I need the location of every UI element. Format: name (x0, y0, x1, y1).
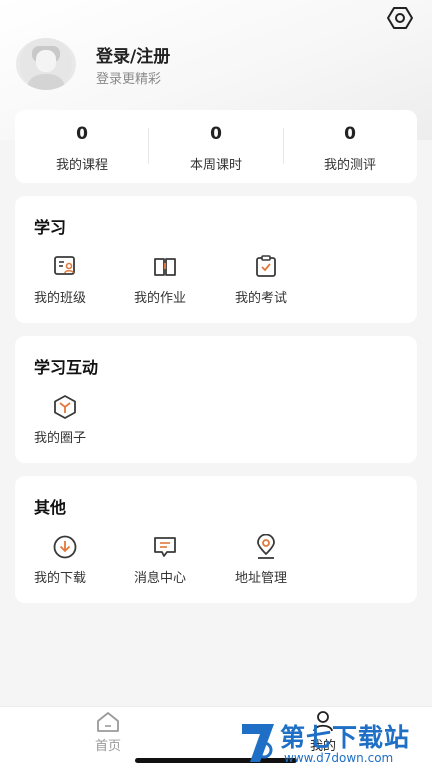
message-center-item[interactable]: 消息中心 (134, 534, 214, 594)
book-icon (154, 258, 176, 276)
section-title: 学习 (34, 218, 67, 237)
study-section: 学习 我的班级 我的作业 我的考试 (15, 196, 417, 323)
stat-label: 我的课程 (55, 158, 108, 173)
item-label: 我的作业 (134, 291, 187, 306)
my-downloads-item[interactable]: 我的下载 (34, 534, 114, 594)
item-label: 我的考试 (235, 291, 288, 306)
stat-label: 本周课时 (189, 158, 242, 173)
class-icon (54, 256, 75, 275)
avatar[interactable] (16, 38, 76, 90)
item-label: 我的圈子 (34, 431, 87, 446)
section-title: 学习互动 (34, 358, 99, 377)
watermark-url: www.d7down.com (284, 751, 394, 765)
download-icon (53, 535, 77, 559)
my-exam-item[interactable]: 我的考试 (235, 254, 315, 314)
item-label: 地址管理 (235, 571, 288, 586)
item-label: 我的班级 (34, 291, 87, 306)
stat-my-courses[interactable]: 0 我的课程 (15, 110, 149, 183)
login-subtitle: 登录更精彩 (96, 72, 162, 87)
stat-value: 0 (76, 124, 88, 144)
profile-header[interactable]: 登录/注册 登录更精彩 (16, 38, 396, 90)
interaction-section: 学习互动 我的圈子 (15, 336, 417, 463)
address-management-item[interactable]: 地址管理 (235, 534, 315, 594)
my-homework-item[interactable]: 我的作业 (134, 254, 214, 314)
stat-label: 我的测评 (323, 158, 376, 173)
login-register-link[interactable]: 登录/注册 (96, 42, 170, 67)
stat-weekly-hours[interactable]: 0 本周课时 (149, 110, 283, 183)
circle-hexagon-icon (54, 395, 76, 419)
my-class-item[interactable]: 我的班级 (34, 254, 114, 314)
stats-card: 0 我的课程 0 本周课时 0 我的测评 (15, 110, 417, 183)
watermark-logo-icon (242, 724, 274, 762)
stat-value: 0 (210, 124, 222, 144)
other-section: 其他 我的下载 消息中心 地址管理 (15, 476, 417, 603)
message-icon (154, 537, 176, 557)
home-icon (97, 712, 119, 732)
my-circle-item[interactable]: 我的圈子 (34, 394, 114, 454)
settings-icon (387, 7, 413, 29)
item-label: 我的下载 (34, 571, 87, 586)
watermark: 第七下载站 www.d7down.com (234, 718, 430, 768)
watermark-text: 第七下载站 (280, 723, 411, 752)
settings-button[interactable] (386, 6, 414, 30)
default-avatar-icon (20, 38, 72, 90)
tab-label: 首页 (94, 739, 121, 754)
item-label: 消息中心 (134, 571, 187, 586)
clipboard-check-icon (256, 255, 276, 277)
section-title: 其他 (34, 498, 67, 517)
stat-my-assessments[interactable]: 0 我的测评 (283, 110, 417, 183)
stat-value: 0 (344, 124, 356, 144)
location-icon (257, 534, 275, 559)
